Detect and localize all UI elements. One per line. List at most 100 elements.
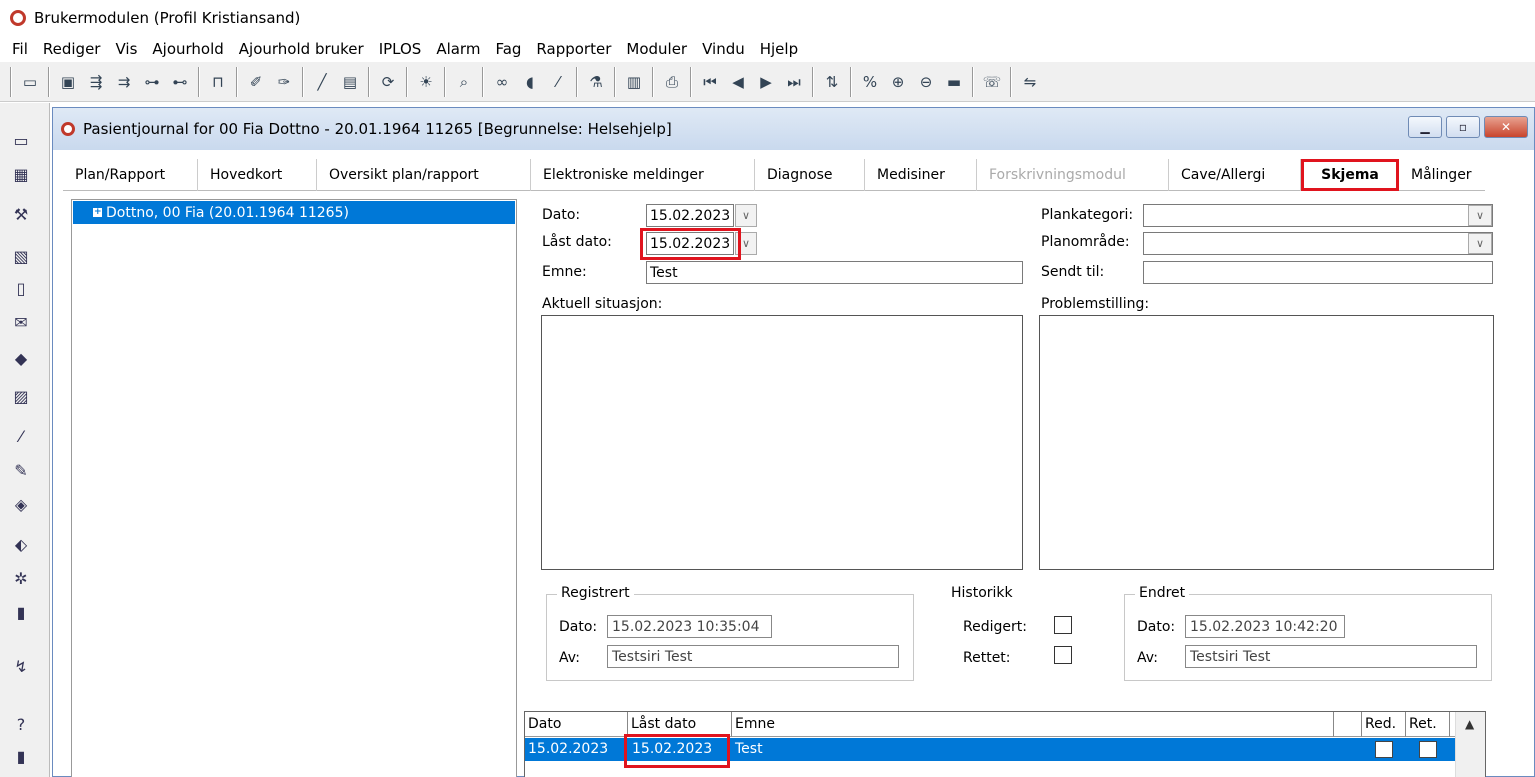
syringe-icon[interactable]: ⁄: [8, 423, 34, 449]
grid-scrollbar[interactable]: ▲: [1455, 712, 1485, 777]
gear-icon[interactable]: ✲: [8, 565, 34, 591]
tools-icon[interactable]: ⚒: [8, 201, 34, 227]
emne-field[interactable]: Test: [646, 261, 1023, 284]
redigert-checkbox[interactable]: [1054, 616, 1072, 634]
pins-icon[interactable]: ✑: [271, 69, 297, 95]
toolbar-separator: [10, 66, 12, 97]
previous-record-icon[interactable]: ◀: [725, 69, 751, 95]
save-icon[interactable]: ▣: [55, 69, 81, 95]
clipboard-icon[interactable]: ▯: [8, 275, 34, 301]
zoom-in-icon[interactable]: ⊕: [885, 69, 911, 95]
scroll-up-icon[interactable]: ▲: [1465, 717, 1474, 731]
transfer-icon[interactable]: ⇋: [1017, 69, 1043, 95]
exit-door-icon[interactable]: ▮: [8, 599, 34, 625]
pill-icon[interactable]: ◖: [517, 69, 543, 95]
contacts-icon[interactable]: ▨: [8, 383, 34, 409]
lock-icon[interactable]: ⊓: [205, 69, 231, 95]
tab-hovedkort[interactable]: Hovedkort: [198, 159, 317, 191]
close-icon[interactable]: ✕: [1484, 116, 1528, 138]
menu-alarm[interactable]: Alarm: [436, 40, 480, 58]
restore-icon[interactable]: ▫: [1446, 116, 1480, 138]
books-icon[interactable]: ◈: [8, 491, 34, 517]
documents-icon[interactable]: ▧: [8, 243, 34, 269]
row-red-checkbox[interactable]: [1375, 741, 1393, 758]
zoom-out-icon[interactable]: ⊖: [913, 69, 939, 95]
help-icon[interactable]: ?: [8, 711, 34, 737]
edit-list-icon[interactable]: ✎: [8, 457, 34, 483]
menu-fil[interactable]: Fil: [12, 40, 28, 58]
tab-oversikt-plan-rapport[interactable]: Oversikt plan/rapport: [317, 159, 531, 191]
search-icon[interactable]: ⌕: [451, 69, 477, 95]
plankategori-dropdown-icon[interactable]: ∨: [1468, 205, 1492, 226]
binoculars-icon[interactable]: ∞: [489, 69, 515, 95]
pin-icon[interactable]: ✐: [243, 69, 269, 95]
planomrade-dropdown-icon[interactable]: ∨: [1468, 233, 1492, 254]
menu-hjelp[interactable]: Hjelp: [760, 40, 798, 58]
tree-node-icon[interactable]: ⊶: [139, 69, 165, 95]
menu-vis[interactable]: Vis: [115, 40, 137, 58]
tab-skjema[interactable]: Skjema: [1301, 159, 1399, 191]
microscope-icon[interactable]: ⚗: [583, 69, 609, 95]
menu-rapporter[interactable]: Rapporter: [536, 40, 611, 58]
ruler-icon[interactable]: ▬: [941, 69, 967, 95]
last-record-icon[interactable]: ⏭: [781, 69, 807, 95]
tab-diagnose[interactable]: Diagnose: [755, 159, 865, 191]
tab-elektroniske-meldinger[interactable]: Elektroniske meldinger: [531, 159, 755, 191]
menu-fag[interactable]: Fag: [495, 40, 521, 58]
tab-medisiner[interactable]: Medisiner: [865, 159, 977, 191]
grid-header-dato[interactable]: Dato: [525, 712, 628, 737]
dato-dropdown-icon[interactable]: ∨: [735, 204, 757, 227]
last-dato-label: Låst dato:: [542, 234, 612, 250]
folder-icon[interactable]: ▭: [8, 127, 34, 153]
green-arrow-icon[interactable]: ↯: [8, 653, 34, 679]
print-icon[interactable]: ⎙: [659, 69, 685, 95]
grid-header-red[interactable]: Red.: [1362, 712, 1406, 737]
menu-ajourhold[interactable]: Ajourhold: [152, 40, 223, 58]
menu-ajourhold-bruker[interactable]: Ajourhold bruker: [239, 40, 364, 58]
menu-moduler[interactable]: Moduler: [626, 40, 687, 58]
refresh-icon[interactable]: ⟳: [375, 69, 401, 95]
grid-header-emne[interactable]: Emne: [732, 712, 1334, 737]
tab-plan-rapport[interactable]: Plan/Rapport: [63, 159, 198, 191]
grid-header-ret[interactable]: Ret.: [1406, 712, 1450, 737]
expand-tree-icon[interactable]: ⇶: [83, 69, 109, 95]
lightbulb-icon[interactable]: ☀: [413, 69, 439, 95]
next-record-icon[interactable]: ▶: [753, 69, 779, 95]
collapse-tree-icon[interactable]: ⇉: [111, 69, 137, 95]
calendar-icon[interactable]: ▦: [8, 161, 34, 187]
percent-icon[interactable]: %: [857, 69, 883, 95]
phone-icon[interactable]: ☏: [979, 69, 1005, 95]
expand-icon[interactable]: +: [93, 208, 102, 217]
endret-av-label: Av:: [1137, 650, 1158, 666]
plankategori-field[interactable]: [1143, 204, 1493, 227]
tree-item-patient[interactable]: + Dottno, 00 Fia (20.01.1964 11265): [73, 201, 515, 224]
planomrade-field[interactable]: [1143, 232, 1493, 255]
syringe-icon[interactable]: ⁄: [545, 69, 571, 95]
menu-iplos[interactable]: IPLOS: [379, 40, 422, 58]
dato-field[interactable]: 15.02.2023: [646, 204, 734, 227]
minimize-icon[interactable]: ▁: [1408, 116, 1442, 138]
envelope-icon[interactable]: ✉: [8, 309, 34, 335]
problemstilling-textarea[interactable]: [1039, 315, 1494, 570]
green-tag-icon[interactable]: ◆: [8, 345, 34, 371]
grid-header-blank[interactable]: [1334, 712, 1362, 737]
tab-cave-allergi[interactable]: Cave/Allergi: [1169, 159, 1301, 191]
pencil-icon[interactable]: ╱: [309, 69, 335, 95]
menu-vindu[interactable]: Vindu: [702, 40, 745, 58]
notepad-icon[interactable]: ▥: [621, 69, 647, 95]
open-folder-icon[interactable]: ▭: [17, 69, 43, 95]
plankategori-label: Plankategori:: [1041, 207, 1134, 223]
sort-icon[interactable]: ⇅: [819, 69, 845, 95]
menu-rediger[interactable]: Rediger: [43, 40, 101, 58]
form-icon[interactable]: ▤: [337, 69, 363, 95]
tab-malinger[interactable]: Målinger: [1399, 159, 1485, 191]
tree-branch-icon[interactable]: ⊷: [167, 69, 193, 95]
registrert-group: Registrert Dato: 15.02.2023 10:35:04 Av:…: [546, 585, 914, 681]
sendt-til-field[interactable]: [1143, 261, 1493, 284]
shield-icon[interactable]: ⬖: [8, 531, 34, 557]
rettet-checkbox[interactable]: [1054, 646, 1072, 664]
aktuell-situasjon-textarea[interactable]: [541, 315, 1023, 570]
book-icon[interactable]: ▮: [8, 743, 34, 769]
row-ret-checkbox[interactable]: [1419, 741, 1437, 758]
first-record-icon[interactable]: ⏮: [697, 69, 723, 95]
